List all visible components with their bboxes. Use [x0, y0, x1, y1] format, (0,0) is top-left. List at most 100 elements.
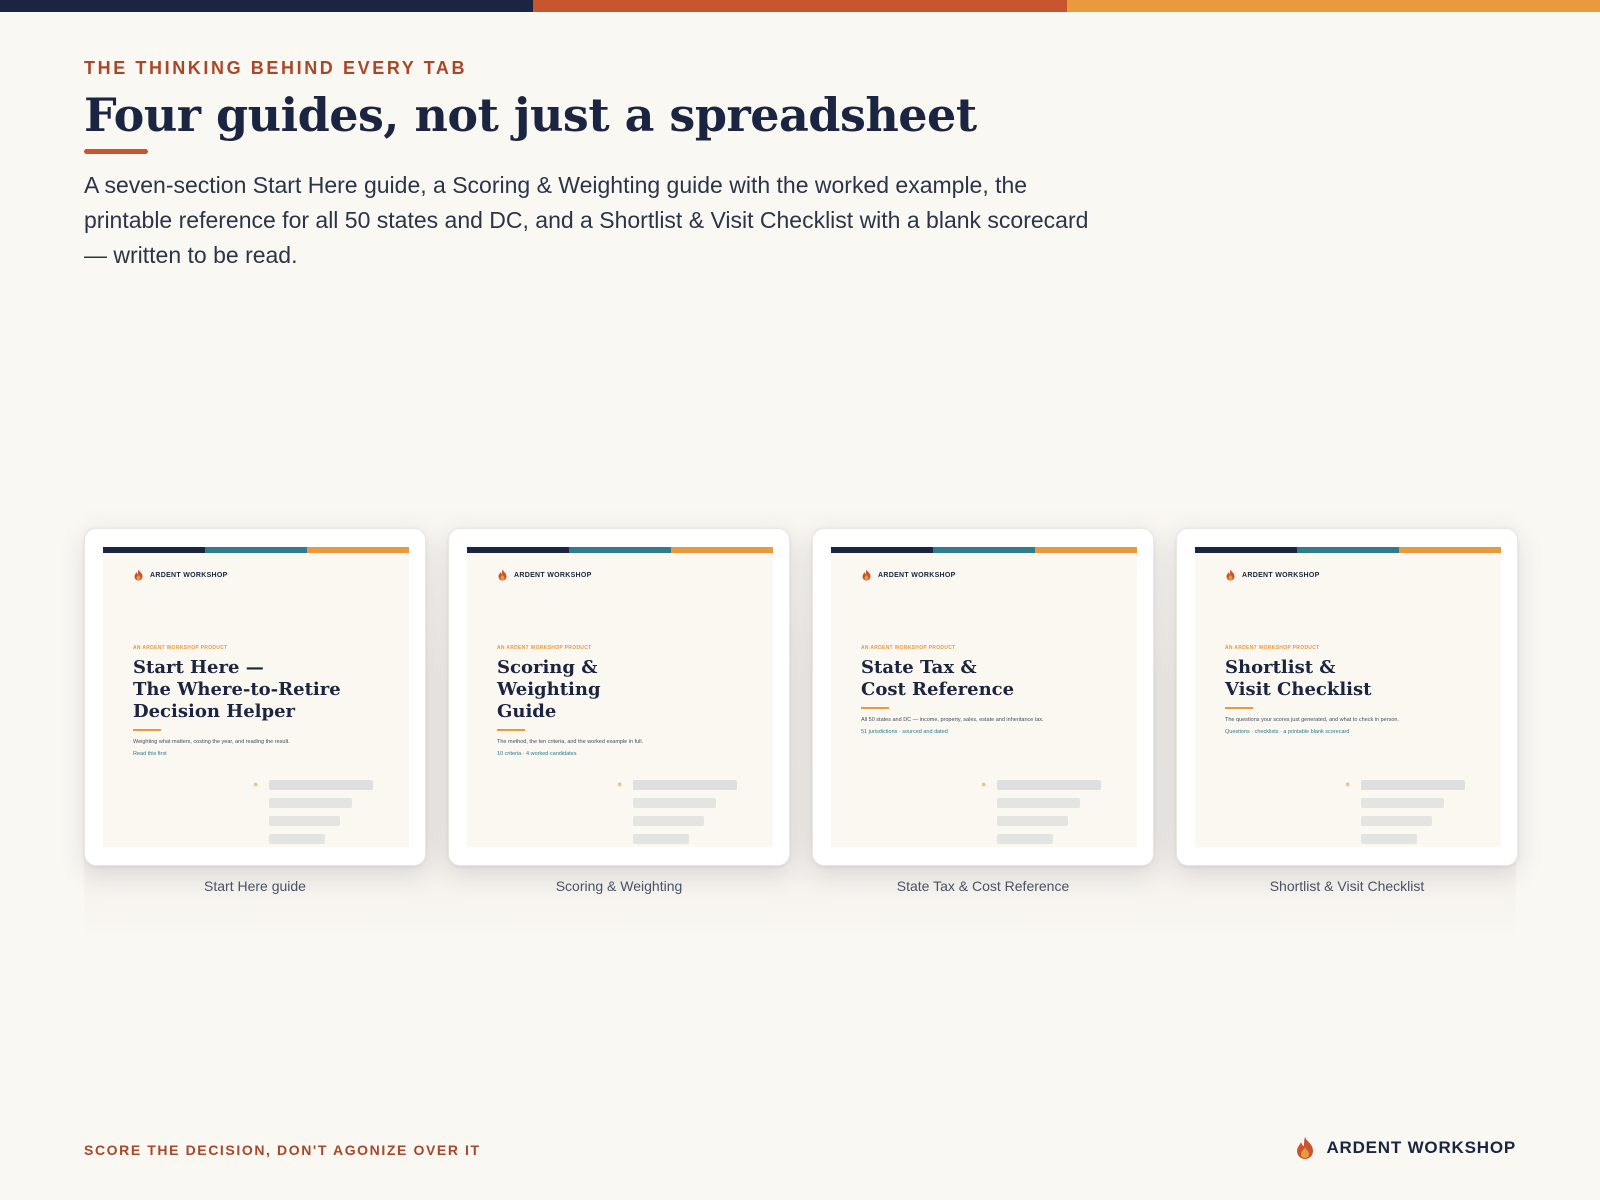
thumbnail-subtitle: The method, the ten criteria, and the wo…	[497, 739, 644, 745]
placeholder-bar	[1361, 834, 1418, 844]
guide-card-wrapper: ARDENT WORKSHOP AN ARDENT WORKSHOP PRODU…	[812, 528, 1154, 894]
thumbnail-color-bar	[467, 547, 773, 553]
thumb-bar-navy	[103, 547, 205, 553]
placeholder-bars	[269, 780, 373, 847]
placeholder-bar	[997, 798, 1081, 808]
thumbnail-title: Scoring & Weighting Guide	[497, 657, 601, 722]
thumbnail-title: Shortlist & Visit Checklist	[1225, 657, 1372, 700]
placeholder-bar	[269, 834, 326, 844]
thumbnail-color-bar	[831, 547, 1137, 553]
thumb-bar-teal	[1297, 547, 1399, 553]
placeholder-bar	[1361, 798, 1445, 808]
guide-cards: ARDENT WORKSHOP AN ARDENT WORKSHOP PRODU…	[84, 528, 1518, 894]
map-pin-icon: ●	[617, 779, 623, 789]
flame-icon	[1297, 1137, 1314, 1159]
thumbnail-link: Questions · checklists · a printable bla…	[1225, 729, 1350, 735]
placeholder-bar	[269, 798, 353, 808]
footer-tagline: SCORE THE DECISION, DON'T AGONIZE OVER I…	[84, 1142, 481, 1158]
placeholder-bar	[633, 816, 704, 826]
thumbnail-link: Read this first	[133, 751, 167, 757]
thumbnail-rule	[497, 729, 525, 731]
card-caption: Start Here guide	[204, 878, 306, 894]
thumb-bar-navy	[1195, 547, 1297, 553]
page-title: Four guides, not just a spreadsheet	[84, 88, 977, 142]
thumbnail-eyebrow: AN ARDENT WORKSHOP PRODUCT	[861, 645, 956, 651]
guide-thumbnail: ARDENT WORKSHOP AN ARDENT WORKSHOP PRODU…	[831, 547, 1137, 847]
thumbnail-title: State Tax & Cost Reference	[861, 657, 1015, 700]
guide-thumbnail: ARDENT WORKSHOP AN ARDENT WORKSHOP PRODU…	[103, 547, 409, 847]
thumbnail-eyebrow: AN ARDENT WORKSHOP PRODUCT	[1225, 645, 1320, 651]
footer-brand-name: ARDENT WORKSHOP	[1326, 1138, 1516, 1157]
guide-card[interactable]: ARDENT WORKSHOP AN ARDENT WORKSHOP PRODU…	[812, 528, 1154, 866]
top-color-bar	[0, 0, 1600, 12]
thumb-bar-orange	[1399, 547, 1501, 553]
intro-paragraph: A seven-section Start Here guide, a Scor…	[84, 172, 1089, 268]
top-bar-orange-segment	[1066, 0, 1600, 12]
thumb-bar-navy	[831, 547, 933, 553]
thumbnail-brand: ARDENT WORKSHOP	[1225, 569, 1320, 581]
flame-icon	[498, 569, 507, 581]
guide-card[interactable]: ARDENT WORKSHOP AN ARDENT WORKSHOP PRODU…	[1176, 528, 1518, 866]
thumb-bar-orange	[307, 547, 409, 553]
guide-card[interactable]: ARDENT WORKSHOP AN ARDENT WORKSHOP PRODU…	[84, 528, 426, 866]
thumb-bar-teal	[933, 547, 1035, 553]
guide-thumbnail: ARDENT WORKSHOP AN ARDENT WORKSHOP PRODU…	[467, 547, 773, 847]
thumb-bar-teal	[205, 547, 307, 553]
section-eyebrow: THE THINKING BEHIND EVERY TAB	[84, 58, 468, 78]
placeholder-bar	[633, 798, 717, 808]
footer-brand: ARDENT WORKSHOP	[1294, 1136, 1516, 1160]
thumb-bar-teal	[569, 547, 671, 553]
placeholder-bar	[633, 834, 690, 844]
guide-thumbnail: ARDENT WORKSHOP AN ARDENT WORKSHOP PRODU…	[1195, 547, 1501, 847]
thumbnail-subtitle: The questions your scores just generated…	[1225, 717, 1399, 723]
thumbnail-color-bar	[103, 547, 409, 553]
thumbnail-brand-name: ARDENT WORKSHOP	[878, 571, 956, 579]
thumbnail-subtitle: Weighting what matters, costing the year…	[133, 739, 290, 745]
thumbnail-rule	[1225, 707, 1253, 709]
title-underline	[84, 149, 148, 154]
thumbnail-link: 51 jurisdictions · sourced and dated	[861, 729, 948, 735]
thumbnail-rule	[861, 707, 889, 709]
thumbnail-subtitle: All 50 states and DC — income, property,…	[861, 717, 1044, 723]
thumbnail-title: Start Here — The Where-to-Retire Decisio…	[133, 657, 341, 722]
placeholder-bars	[1361, 780, 1465, 847]
thumbnail-link: 10 criteria · 4 worked candidates	[497, 751, 577, 757]
guide-card[interactable]: ARDENT WORKSHOP AN ARDENT WORKSHOP PRODU…	[448, 528, 790, 866]
thumbnail-brand-name: ARDENT WORKSHOP	[514, 571, 592, 579]
placeholder-bars	[997, 780, 1101, 847]
placeholder-bar	[1361, 780, 1465, 790]
thumb-bar-navy	[467, 547, 569, 553]
thumbnail-rule	[133, 729, 161, 731]
thumb-bar-orange	[671, 547, 773, 553]
top-bar-navy-segment	[0, 0, 534, 12]
card-caption: Scoring & Weighting	[555, 878, 683, 894]
placeholder-bar	[633, 780, 737, 790]
thumbnail-eyebrow: AN ARDENT WORKSHOP PRODUCT	[497, 645, 592, 651]
card-caption: State Tax & Cost Reference	[896, 878, 1070, 894]
thumb-bar-orange	[1035, 547, 1137, 553]
map-pin-icon: ●	[1345, 779, 1351, 789]
thumbnail-brand: ARDENT WORKSHOP	[861, 569, 956, 581]
placeholder-bar	[997, 834, 1054, 844]
map-pin-icon: ●	[253, 779, 259, 789]
placeholder-bar	[1361, 816, 1432, 826]
placeholder-bar	[269, 816, 340, 826]
thumbnail-brand-name: ARDENT WORKSHOP	[150, 571, 228, 579]
card-caption: Shortlist & Visit Checklist	[1269, 878, 1425, 894]
thumbnail-brand: ARDENT WORKSHOP	[497, 569, 592, 581]
thumbnail-brand-name: ARDENT WORKSHOP	[1242, 571, 1320, 579]
flame-icon	[862, 569, 871, 581]
thumbnail-eyebrow: AN ARDENT WORKSHOP PRODUCT	[133, 645, 228, 651]
map-pin-icon: ●	[981, 779, 987, 789]
guide-card-wrapper: ARDENT WORKSHOP AN ARDENT WORKSHOP PRODU…	[448, 528, 790, 894]
placeholder-bar	[269, 780, 373, 790]
placeholder-bar	[997, 780, 1101, 790]
flame-icon	[134, 569, 143, 581]
thumbnail-color-bar	[1195, 547, 1501, 553]
placeholder-bars	[633, 780, 737, 847]
guide-card-wrapper: ARDENT WORKSHOP AN ARDENT WORKSHOP PRODU…	[84, 528, 426, 894]
flame-icon	[1226, 569, 1235, 581]
thumbnail-brand: ARDENT WORKSHOP	[133, 569, 228, 581]
placeholder-bar	[997, 816, 1068, 826]
guide-card-wrapper: ARDENT WORKSHOP AN ARDENT WORKSHOP PRODU…	[1176, 528, 1518, 894]
